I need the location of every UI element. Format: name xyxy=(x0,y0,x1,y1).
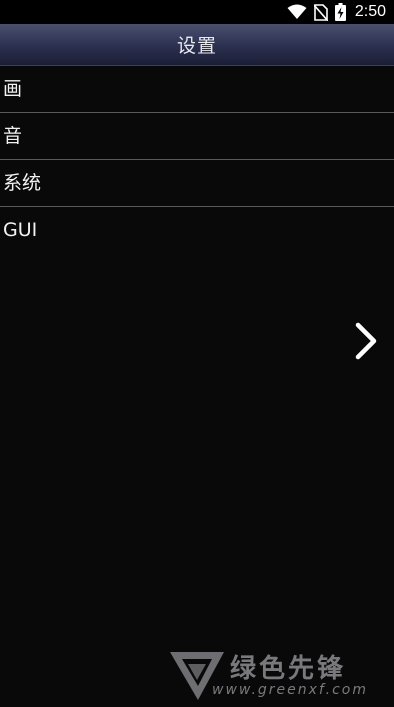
menu-item-sound[interactable]: 音 xyxy=(0,113,394,160)
menu-item-gui[interactable]: GUI xyxy=(0,207,394,253)
menu-item-label: 音 xyxy=(3,124,23,147)
menu-item-graphics[interactable]: 画 xyxy=(0,66,394,113)
menu-item-label: 系统 xyxy=(3,171,42,194)
settings-screen: 2:50 设置 画 音 系统 GUI 绿色先锋 www.greenxf.com xyxy=(0,0,394,707)
chevron-right-icon xyxy=(355,322,377,360)
settings-menu: 画 音 系统 GUI xyxy=(0,66,394,253)
status-icons: 2:50 xyxy=(287,0,386,24)
no-sim-icon xyxy=(313,3,328,21)
page-title: 设置 xyxy=(176,35,217,57)
watermark-url: www.greenxf.com xyxy=(212,682,368,698)
watermark-brand: 绿色先锋 xyxy=(230,654,347,684)
menu-item-system[interactable]: 系统 xyxy=(0,160,394,207)
menu-item-label: 画 xyxy=(3,77,23,100)
title-bar: 设置 xyxy=(0,24,394,66)
status-time: 2:50 xyxy=(354,3,386,20)
wifi-icon xyxy=(287,4,307,20)
next-page-button[interactable] xyxy=(350,320,382,362)
watermark: 绿色先锋 www.greenxf.com xyxy=(168,648,388,704)
menu-item-label: GUI xyxy=(3,218,38,241)
battery-charging-icon xyxy=(334,3,346,21)
status-bar: 2:50 xyxy=(0,0,394,24)
